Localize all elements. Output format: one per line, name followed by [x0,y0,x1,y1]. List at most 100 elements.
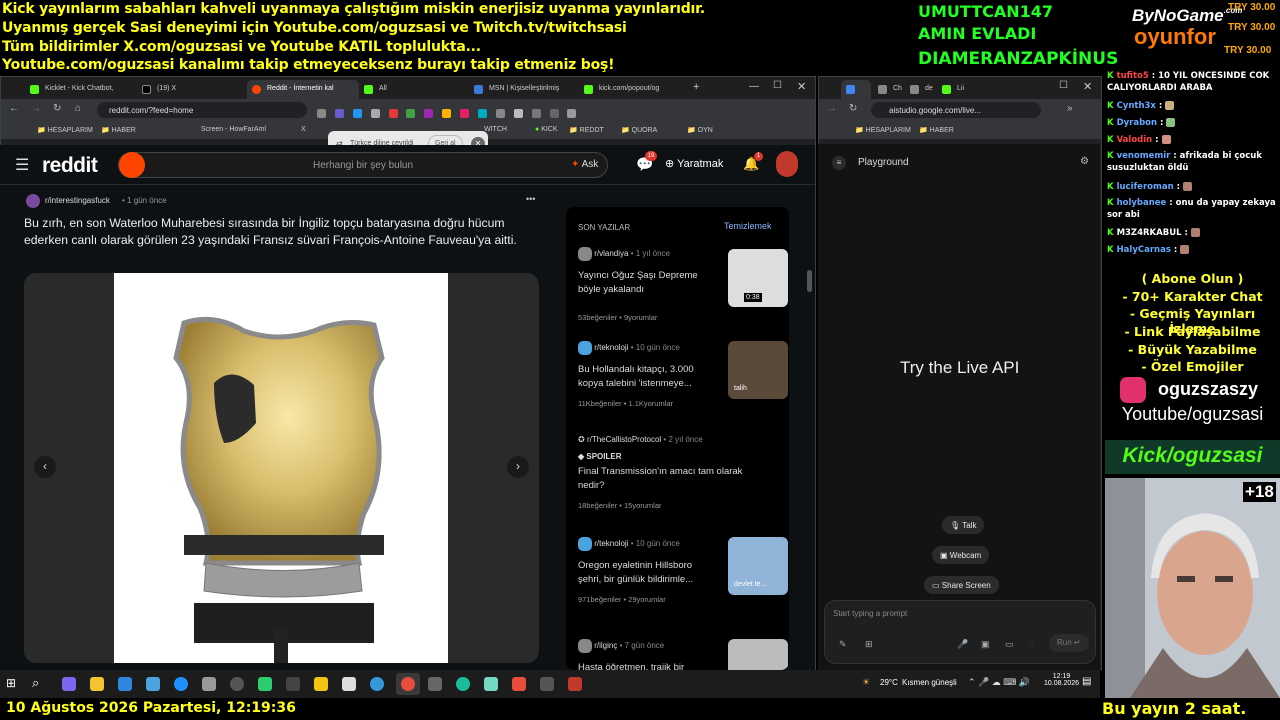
run-button[interactable]: Run ↵ [1049,634,1089,652]
prompt-box[interactable]: Start typing a prompt ✎ ⊞ 🎤 ▣ ▭ ◌ Run ↵ [824,600,1096,664]
clock[interactable]: 12:19 10.08.2026 [1044,673,1079,687]
bookmark-haber[interactable]: 📁 HABER [101,126,136,134]
windows-start-icon[interactable]: ⊞ [6,676,16,690]
post-more-button[interactable]: ••• [526,194,535,204]
app-icon[interactable] [484,677,498,691]
stop-icon[interactable]: ◌ [1029,639,1034,649]
app-icon[interactable] [568,677,582,691]
post-title[interactable]: Bu zırh, en son Waterloo Muharebesi sıra… [24,215,524,249]
menu-icon[interactable]: ≡ [832,156,846,170]
tab-ai-studio[interactable] [841,80,871,99]
app-icon[interactable] [314,677,328,691]
bookmark-screen[interactable]: Screen - HowFarAml [201,126,266,133]
app-icon[interactable] [428,677,442,691]
address-toolbar: → ↻ aistudio.google.com/live... » [819,99,1101,121]
extensions-icon[interactable]: » [1067,103,1073,114]
forward-icon[interactable]: → [31,103,41,114]
ask-button[interactable]: ✦ Ask [571,159,598,170]
menu-icon[interactable]: ☰ [15,155,29,175]
prompt-input[interactable]: Start typing a prompt [833,609,907,618]
create-button[interactable]: ⊕ Yaratmak [665,157,723,170]
minimize-button[interactable]: — [749,81,759,92]
tab-msn[interactable]: MSN | Kişiselleştirilmiş [469,80,579,99]
bookmark-oyn[interactable]: 📁 OYN [687,126,713,134]
tab-all[interactable]: All [359,80,469,99]
tab-kick-popout[interactable]: kick.com/popout/og [579,80,689,99]
tray-icons[interactable]: ⌃ 🎤 ☁ ⌨ 🔊 [968,677,1030,688]
search-input[interactable]: Herhangi bir şey bulun [313,160,413,171]
bookmark-hesaplarim[interactable]: 📁 HESAPLARIM [855,126,911,134]
post-time: • 1 gün önce [122,196,167,205]
close-window-button[interactable]: ✕ [1083,80,1092,93]
tab-ch[interactable]: Ch [873,80,903,99]
recent-post[interactable]: r/ilginç • 7 gün önce Hasta öğretmen, tr… [578,639,788,670]
talk-button[interactable]: 🎙 Talk [942,516,985,534]
promo-line: - Büyük Yazabilme [1128,342,1257,357]
mute-icon[interactable]: ✎ [839,639,847,650]
scrollbar[interactable] [807,270,812,292]
carousel-prev-button[interactable]: ‹ [34,456,56,478]
forward-icon[interactable]: → [827,103,837,114]
recent-post[interactable]: r/teknoloji • 10 gün önce Oregon eyaleti… [578,537,788,604]
bookmark-reddit[interactable]: 📁 REDDT [569,126,604,134]
maximize-button[interactable]: ☐ [773,80,782,91]
back-icon[interactable]: ← [9,103,19,114]
new-tab-button[interactable]: + [693,81,699,93]
app-icon[interactable] [456,677,470,691]
bookmark-kick[interactable]: ● KICK [535,126,558,133]
camera-app-icon[interactable] [202,677,216,691]
settings-icon[interactable]: ⚙ [1080,156,1089,167]
app-icon[interactable] [230,677,244,691]
app-icon[interactable] [118,677,132,691]
carousel-next-button[interactable]: › [507,456,529,478]
search-icon[interactable]: ⌕ [32,675,39,691]
bookmark-twitch[interactable]: WITCH [484,126,507,133]
maximize-button[interactable]: ☐ [1059,80,1068,91]
tab-de[interactable]: de [905,80,935,99]
app-icon[interactable] [258,677,272,691]
grid-icon[interactable]: ⊞ [865,639,873,650]
avatar[interactable] [776,151,798,177]
clear-button[interactable]: Temizlemek [724,221,772,231]
share-screen-button[interactable]: ▭ Share Screen [924,576,999,594]
app-icon[interactable] [540,677,554,691]
app-icon[interactable] [286,677,300,691]
post-image-carousel[interactable]: ‹ › [24,273,539,663]
camera-icon[interactable]: ▣ [981,639,990,650]
app-icon[interactable] [62,677,76,691]
recent-post[interactable]: ✪ r/TheCallistoProtocol • 2 yıl önce ◆ S… [578,435,783,510]
notifications-icon[interactable]: ▤ [1082,676,1091,687]
file-explorer-icon[interactable] [90,677,104,691]
home-icon[interactable]: ⌂ [75,103,81,114]
tab-reddit[interactable]: Reddit - İnternetin kal [247,80,359,99]
tab-li[interactable]: Lii [937,80,967,99]
weather-temp: 29°C [880,678,898,687]
reddit-header: ☰ reddit Herhangi bir şey bulun ✦ Ask 💬 … [0,145,815,185]
bookmark-x[interactable]: X [301,126,306,133]
reload-icon[interactable]: ↻ [53,103,61,114]
reddit-logo[interactable]: reddit [42,154,98,178]
app-icon[interactable] [370,677,384,691]
bookmark-quora[interactable]: 📁 QUORA [621,126,657,134]
post-subreddit[interactable]: r/interestingasfuck [45,196,110,205]
chrome-icon[interactable] [401,677,415,691]
url-bar[interactable]: aistudio.google.com/live... [871,102,1041,118]
app-icon[interactable] [146,677,160,691]
bookmark-haber[interactable]: 📁 HABER [919,126,954,134]
tab-kicklet[interactable]: Kicklet - Kick Chatbot, [25,80,137,99]
app-icon[interactable] [512,677,526,691]
weather-icon[interactable]: ☀ [862,677,870,688]
recent-post[interactable]: r/teknoloji • 10 gün önce Bu Hollandalı … [578,341,788,408]
close-window-button[interactable]: ✕ [797,80,806,93]
mic-icon[interactable]: 🎤 [957,639,968,650]
search-bar[interactable]: Herhangi bir şey bulun ✦ Ask [118,152,608,178]
recent-post[interactable]: r/vlandiya • 1 yıl önce Yayıncı Oğuz Şaş… [578,247,788,322]
webcam-button[interactable]: ▣ Webcam [932,546,990,564]
screen-icon[interactable]: ▭ [1005,639,1014,650]
bookmark-hesaplarim[interactable]: 📁 HESAPLARIM [37,126,93,134]
tab-x[interactable]: (19) X [137,80,247,99]
app-icon[interactable] [342,677,356,691]
reload-icon[interactable]: ↻ [849,103,857,114]
edge-icon[interactable] [174,677,188,691]
url-bar[interactable]: reddit.com/?feed=home [97,102,307,118]
